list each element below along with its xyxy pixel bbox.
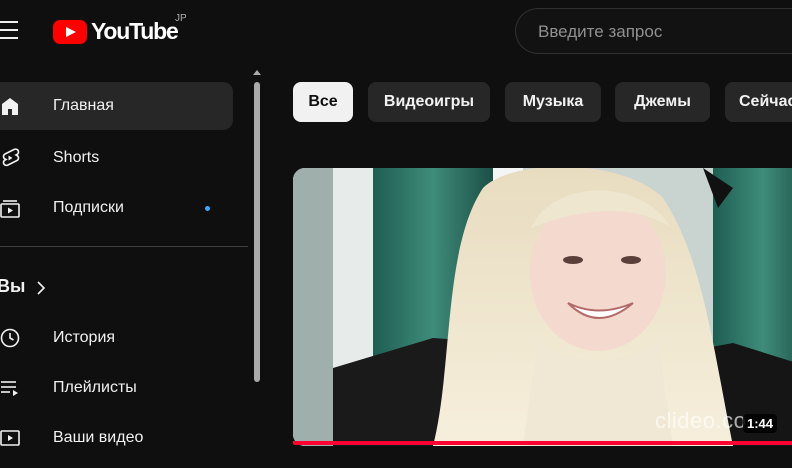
sidebar-divider <box>0 246 248 247</box>
sidebar-item-history[interactable]: История <box>0 314 233 362</box>
sidebar-item-your-videos[interactable]: Ваши видео <box>0 414 233 462</box>
youtube-play-icon <box>53 19 87 44</box>
watch-progress-bar <box>293 441 792 445</box>
subscriptions-icon <box>0 200 20 218</box>
sidebar-item-label: Shorts <box>53 149 100 166</box>
chevron-right-icon[interactable] <box>36 281 46 295</box>
chip-now[interactable]: Сейчас <box>725 82 792 122</box>
video-thumbnail[interactable] <box>293 168 792 446</box>
hamburger-menu-icon[interactable] <box>0 21 20 41</box>
scroll-up-arrow[interactable] <box>253 70 261 75</box>
search-input[interactable] <box>536 9 792 55</box>
chip-music[interactable]: Музыка <box>505 82 601 122</box>
youtube-logo[interactable]: YouTube <box>53 18 179 45</box>
sidebar-item-subscriptions[interactable]: Подписки <box>0 184 233 232</box>
logo-region-code: JP <box>175 13 187 24</box>
sidebar-item-shorts[interactable]: Shorts <box>0 134 233 182</box>
thumbnail-image <box>293 168 792 446</box>
chip-all[interactable]: Все <box>293 82 353 122</box>
sidebar-item-label: Подписки <box>53 199 124 216</box>
sidebar-item-label: История <box>53 329 116 346</box>
sidebar-item-label: Плейлисты <box>53 379 137 396</box>
home-icon <box>2 98 18 115</box>
sidebar-item-playlists[interactable]: Плейлисты <box>0 364 233 412</box>
sidebar-item-label: Ваши видео <box>53 429 144 446</box>
chip-jams[interactable]: Джемы <box>615 82 710 122</box>
video-watermark: clideo.co <box>655 408 747 433</box>
chip-video-games[interactable]: Видеоигры <box>368 82 490 122</box>
sidebar-item-home[interactable]: Главная <box>0 82 233 130</box>
sidebar-scrollbar[interactable] <box>254 82 260 382</box>
you-section-heading[interactable]: Вы <box>0 276 25 297</box>
playlists-icon <box>1 381 18 396</box>
new-content-dot <box>205 206 210 211</box>
your-videos-icon <box>0 430 20 446</box>
logo-text: YouTube <box>91 18 179 44</box>
history-icon <box>0 328 20 348</box>
shorts-icon <box>2 148 20 167</box>
search-bar[interactable] <box>515 8 792 55</box>
youtube-home-page: YouTube JP Главная Shorts Подписки Вы <box>0 0 792 468</box>
video-duration-badge: 1:44 <box>743 414 778 433</box>
sidebar-item-label: Главная <box>53 97 114 114</box>
